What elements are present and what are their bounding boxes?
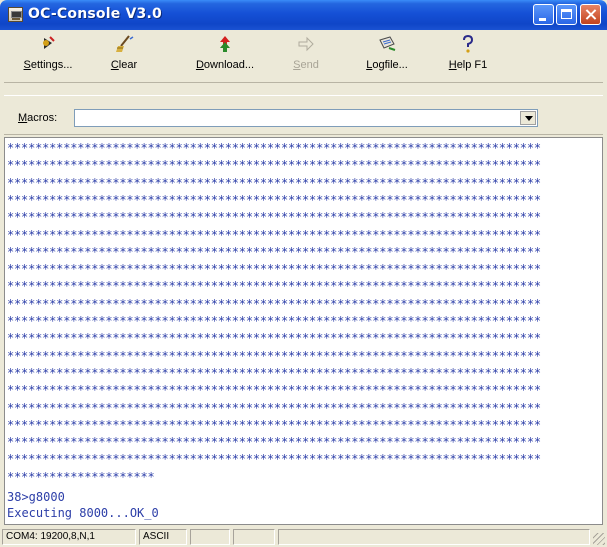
- chevron-down-icon[interactable]: [520, 111, 536, 125]
- status-cell-4: [233, 529, 275, 545]
- console-star-line: ****************************************…: [7, 158, 541, 173]
- logfile-button[interactable]: Logfile...: [361, 30, 413, 80]
- window-title: OC-Console V3.0: [28, 6, 162, 22]
- console-star-line: ****************************************…: [7, 348, 541, 363]
- console-star-line: ****************************************…: [7, 400, 541, 415]
- status-mode: ASCII: [139, 529, 187, 545]
- console-star-line: ****************************************…: [7, 365, 541, 380]
- help-button[interactable]: Help F1: [445, 30, 491, 80]
- console-star-line: ****************************************…: [7, 175, 541, 190]
- console-star-line: ****************************************…: [7, 314, 541, 328]
- title-bar[interactable]: OC-Console V3.0: [0, 0, 607, 30]
- console-star-line: ****************************************…: [7, 435, 541, 450]
- app-window: OC-Console V3.0 Settings... Clear Downlo…: [0, 0, 607, 547]
- status-cell-3: [190, 529, 230, 545]
- console-star-line: ****************************************…: [7, 192, 541, 207]
- macro-bar: Macros:: [4, 95, 603, 135]
- console-star-line: ****************************************…: [7, 210, 541, 225]
- macros-value: [75, 114, 78, 126]
- console-star-line: ****************************************…: [7, 383, 541, 398]
- close-button[interactable]: [580, 4, 601, 25]
- console-star-line: ****************************************…: [7, 244, 541, 259]
- status-bar: COM4: 19200,8,N,1 ASCII: [0, 527, 607, 547]
- help-question-icon: [458, 34, 478, 54]
- console-star-line: ****************************************…: [7, 227, 541, 242]
- status-port: COM4: 19200,8,N,1: [2, 529, 136, 545]
- send-arrow-icon: [296, 34, 316, 54]
- settings-button[interactable]: Settings...: [18, 30, 78, 80]
- console-star-line: ****************************************…: [7, 279, 541, 294]
- download-button[interactable]: Download...: [189, 30, 261, 80]
- console-prompt-line: 38>g8000: [7, 490, 65, 504]
- console-output[interactable]: ****************************************…: [4, 137, 603, 525]
- send-button[interactable]: Send: [288, 30, 324, 80]
- status-cell-fill: [278, 529, 590, 545]
- clear-icon: [114, 34, 134, 54]
- console-star-line: ****************************************…: [7, 141, 541, 155]
- clear-button[interactable]: Clear: [104, 30, 144, 80]
- macros-label: Macros:: [18, 112, 58, 124]
- console-star-line: ****************************************…: [7, 296, 541, 311]
- console-star-line: ****************************************…: [7, 452, 541, 467]
- console-partial-star-line: *********************: [7, 470, 155, 484]
- minimize-button[interactable]: [533, 4, 554, 25]
- resize-grip-icon[interactable]: [593, 533, 605, 545]
- maximize-button[interactable]: [556, 4, 577, 25]
- toolbar: Settings... Clear Download... Send Logfi…: [4, 30, 603, 83]
- macros-combobox[interactable]: [74, 109, 538, 127]
- console-result-line: Executing 8000...OK_0: [7, 506, 159, 520]
- console-star-line: ****************************************…: [7, 262, 541, 277]
- settings-icon: [38, 34, 58, 54]
- console-star-line: ****************************************…: [7, 331, 541, 346]
- console-star-line: ****************************************…: [7, 417, 541, 432]
- app-icon[interactable]: [8, 7, 23, 22]
- logfile-icon: [377, 34, 397, 54]
- download-icon: [215, 34, 235, 54]
